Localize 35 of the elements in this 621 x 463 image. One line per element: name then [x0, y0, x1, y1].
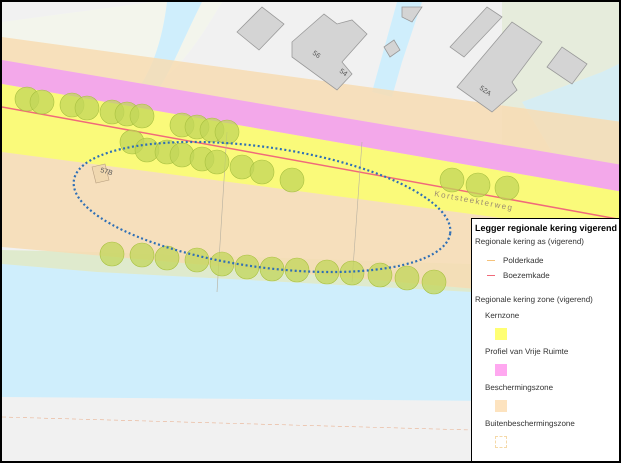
tree-icon	[30, 90, 54, 114]
tree-icon	[314, 260, 340, 284]
tree-icon	[280, 168, 304, 192]
legend-label: Kernzone	[485, 311, 520, 321]
building	[236, 6, 285, 51]
tree-icon	[440, 168, 464, 192]
tree-icon	[284, 258, 310, 282]
tree-icon	[130, 104, 154, 128]
tree-icon	[260, 256, 284, 282]
legend-label: Buitenbeschermingszone	[485, 419, 576, 429]
legend-label: Polderkade	[503, 254, 544, 266]
tree-icon	[234, 254, 260, 280]
legend-title: Legger regionale kering vigerend	[475, 222, 618, 234]
tree-icon	[170, 142, 194, 168]
legend-group-title: Regionale kering as (vigerend)	[475, 237, 585, 247]
tree-icon	[154, 246, 180, 270]
tree-icon	[422, 270, 446, 294]
tree-icon	[368, 262, 392, 288]
building	[402, 6, 423, 23]
tree-icon	[394, 266, 420, 290]
tree-icon	[184, 248, 210, 272]
legend-label: Profiel van Vrije Ruimte	[485, 347, 570, 357]
tree-icon	[100, 242, 124, 266]
tree-icon	[130, 242, 154, 268]
legend-label: Boezemkade	[503, 270, 550, 282]
tree-icon	[210, 252, 234, 276]
legend-label: Beschermingszone	[485, 383, 554, 393]
tree-icon	[340, 260, 364, 286]
tree-icon	[214, 120, 240, 144]
tree-icon	[204, 150, 230, 174]
legend-group-title: Regionale kering zone (vigerend)	[475, 295, 594, 305]
tree-icon	[74, 96, 100, 120]
building	[383, 39, 401, 58]
tree-icon	[250, 160, 274, 184]
tree-icon	[230, 154, 254, 180]
